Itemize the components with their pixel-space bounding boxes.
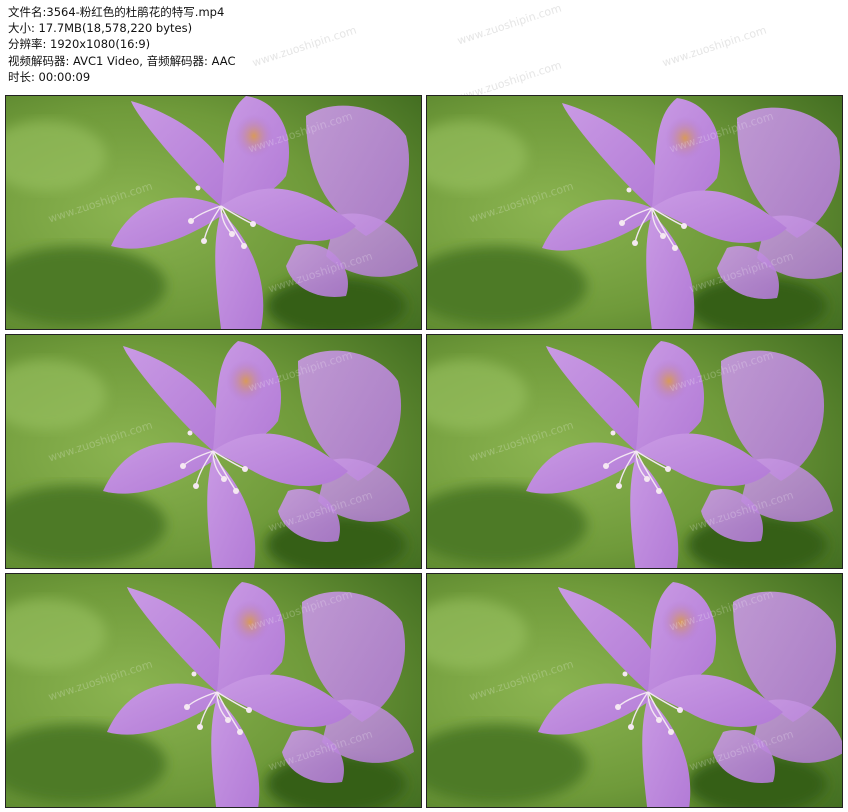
watermark: www.zuoshipin.com <box>250 23 359 70</box>
duration-line: 时长: 00:00:09 <box>8 69 91 84</box>
video-frame-4: www.zuoshipin.com www.zuoshipin.com www.… <box>426 334 843 569</box>
size-line: 大小: 17.7MB(18,578,220 bytes) <box>8 21 193 36</box>
video-frame-6: www.zuoshipin.com www.zuoshipin.com www.… <box>426 573 843 808</box>
resolution-line: 分辨率: 1920x1080(16:9) <box>8 37 151 52</box>
filename-line: 文件名:3564-粉红色的杜鹃花的特写.mp4 <box>8 5 225 19</box>
file-info: 文件名:3564-粉红色的杜鹃花的特写.mp4 大小: 17.7MB(18,57… <box>8 4 235 85</box>
video-frame-2: www.zuoshipin.com www.zuoshipin.com www.… <box>426 95 843 330</box>
watermark: www.zuoshipin.com <box>660 23 769 70</box>
video-frame-1: www.zuoshipin.com www.zuoshipin.com www.… <box>5 95 422 330</box>
codec-line: 视频解码器: AVC1 Video, 音频解码器: AAC <box>8 53 236 68</box>
video-frame-5: www.zuoshipin.com www.zuoshipin.com www.… <box>5 573 422 808</box>
video-frame-3: www.zuoshipin.com www.zuoshipin.com www.… <box>5 334 422 569</box>
watermark: www.zuoshipin.com <box>455 1 564 48</box>
